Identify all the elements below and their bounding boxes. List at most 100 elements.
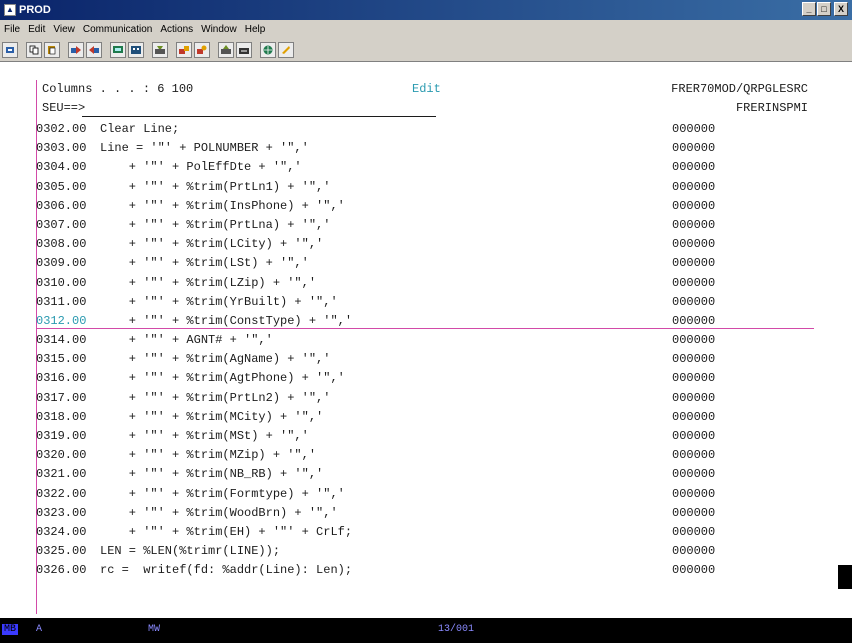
source-code[interactable]: + '"' + %trim(EH) + '"' + CrLf; [100, 523, 352, 542]
change-date: 000000 [672, 544, 716, 559]
change-date: 000000 [672, 217, 716, 232]
print-screen-icon[interactable] [2, 41, 18, 58]
source-code[interactable]: + '"' + AGNT# + '",' [100, 331, 273, 350]
sequence-number[interactable]: 0317.00 [36, 389, 86, 408]
source-code[interactable]: + '"' + %trim(YrBuilt) + '",' [100, 293, 338, 312]
toolbar [0, 38, 852, 62]
change-date: 000000 [672, 275, 716, 290]
sequence-number[interactable]: 0321.00 [36, 465, 86, 484]
maximize-button[interactable]: □ [817, 2, 831, 16]
keypad-icon[interactable] [128, 41, 144, 58]
stop-macro-icon[interactable] [176, 41, 192, 58]
source-code[interactable]: Clear Line; [100, 120, 179, 139]
change-date: 000000 [672, 352, 716, 367]
copy-icon[interactable] [26, 41, 42, 58]
change-date: 000000 [672, 294, 716, 309]
terminal-screen[interactable]: Columns . . . : 6 100 Edit FRER70MOD/QRP… [0, 62, 852, 618]
menu-communication[interactable]: Communication [79, 24, 156, 35]
source-code[interactable]: + '"' + %trim(PrtLn2) + '",' [100, 389, 331, 408]
source-code[interactable]: + '"' + PolEffDte + '",' [100, 158, 302, 177]
sequence-number[interactable]: 0307.00 [36, 216, 86, 235]
source-code[interactable]: + '"' + %trim(AgtPhone) + '",' [100, 369, 345, 388]
source-code[interactable]: + '"' + %trim(Formtype) + '",' [100, 485, 345, 504]
menu-bar: File Edit View Communication Actions Win… [0, 20, 852, 38]
sequence-number[interactable]: 0319.00 [36, 427, 86, 446]
menu-help[interactable]: Help [241, 24, 270, 35]
menu-view[interactable]: View [49, 24, 79, 35]
help-icon[interactable] [278, 41, 294, 58]
display-icon[interactable] [110, 41, 126, 58]
sequence-number[interactable]: 0322.00 [36, 485, 86, 504]
source-code[interactable]: + '"' + %trim(WoodBrn) + '",' [100, 504, 338, 523]
sequence-number[interactable]: 0304.00 [36, 158, 86, 177]
cursor-position: 13/001 [438, 624, 475, 635]
source-code[interactable]: + '"' + %trim(NB_RB) + '",' [100, 465, 323, 484]
change-date: 000000 [672, 179, 716, 194]
menu-actions[interactable]: Actions [156, 24, 197, 35]
source-code[interactable]: + '"' + %trim(AgName) + '",' [100, 350, 331, 369]
sequence-number[interactable]: 0323.00 [36, 504, 86, 523]
menu-edit[interactable]: Edit [24, 24, 49, 35]
sequence-number[interactable]: 0308.00 [36, 235, 86, 254]
source-code[interactable]: rc = writef(fd: %addr(Line): Len); [100, 561, 352, 580]
sequence-number[interactable]: 0312.00 [36, 312, 86, 331]
menu-window[interactable]: Window [197, 24, 241, 35]
close-button[interactable]: X [834, 2, 848, 16]
mode-label: Edit [412, 82, 441, 96]
menu-file[interactable]: File [0, 24, 24, 35]
change-date: 000000 [672, 256, 716, 271]
customize-icon[interactable] [236, 41, 252, 58]
source-code[interactable]: Line = '"' + POLNUMBER + '",' [100, 139, 309, 158]
sequence-number[interactable]: 0305.00 [36, 178, 86, 197]
source-code[interactable]: + '"' + %trim(ConstType) + '",' [100, 312, 352, 331]
sequence-number[interactable]: 0315.00 [36, 350, 86, 369]
change-date: 000000 [672, 390, 716, 405]
change-date: 000000 [672, 486, 716, 501]
sequence-number[interactable]: 0306.00 [36, 197, 86, 216]
member-name: FRERINSPMI [735, 101, 808, 115]
change-date: 000000 [672, 198, 716, 213]
sequence-number[interactable]: 0326.00 [36, 561, 86, 580]
sequence-number[interactable]: 0314.00 [36, 331, 86, 350]
send-icon[interactable] [68, 41, 84, 58]
sequence-number[interactable]: 0318.00 [36, 408, 86, 427]
app-icon[interactable]: ▲ [4, 4, 16, 16]
sequence-number[interactable]: 0310.00 [36, 274, 86, 293]
status-bar: MB A MW 13/001 [0, 618, 852, 643]
record-macro-icon[interactable] [152, 41, 168, 58]
macro-icon[interactable] [218, 41, 234, 58]
source-code[interactable]: + '"' + %trim(PrtLn1) + '",' [100, 178, 331, 197]
scroll-indicator [838, 565, 852, 589]
paste-icon[interactable] [44, 41, 60, 58]
session-letter: A [36, 624, 43, 635]
library-file-label: FRER70MOD/QRPGLESRC [671, 82, 808, 96]
change-date: 000000 [672, 237, 716, 252]
source-code[interactable]: + '"' + %trim(LSt) + '",' [100, 254, 309, 273]
source-code[interactable]: + '"' + %trim(MZip) + '",' [100, 446, 316, 465]
message-waiting-indicator: MW [148, 624, 161, 635]
minimize-button[interactable]: _ [802, 2, 816, 16]
source-code[interactable]: + '"' + %trim(MSt) + '",' [100, 427, 309, 446]
source-code[interactable]: + '"' + %trim(LCity) + '",' [100, 235, 323, 254]
sequence-number[interactable]: 0311.00 [36, 293, 86, 312]
change-date: 000000 [672, 313, 716, 328]
change-date: 000000 [672, 505, 716, 520]
change-date: 000000 [672, 524, 716, 539]
play-macro-icon[interactable] [194, 41, 210, 58]
sequence-number[interactable]: 0303.00 [36, 139, 86, 158]
sequence-number[interactable]: 0302.00 [36, 120, 86, 139]
source-code[interactable]: + '"' + %trim(MCity) + '",' [100, 408, 323, 427]
sequence-number[interactable]: 0316.00 [36, 369, 86, 388]
source-code[interactable]: + '"' + %trim(LZip) + '",' [100, 274, 316, 293]
sequence-number[interactable]: 0325.00 [36, 542, 86, 561]
sequence-number[interactable]: 0320.00 [36, 446, 86, 465]
source-code[interactable]: + '"' + %trim(InsPhone) + '",' [100, 197, 345, 216]
receive-icon[interactable] [86, 41, 102, 58]
source-code[interactable]: LEN = %LEN(%trimr(LINE)); [100, 542, 280, 561]
globe-icon[interactable] [260, 41, 276, 58]
command-input[interactable] [82, 116, 436, 117]
source-code[interactable]: + '"' + %trim(PrtLna) + '",' [100, 216, 331, 235]
change-date: 000000 [672, 448, 716, 463]
sequence-number[interactable]: 0309.00 [36, 254, 86, 273]
sequence-number[interactable]: 0324.00 [36, 523, 86, 542]
